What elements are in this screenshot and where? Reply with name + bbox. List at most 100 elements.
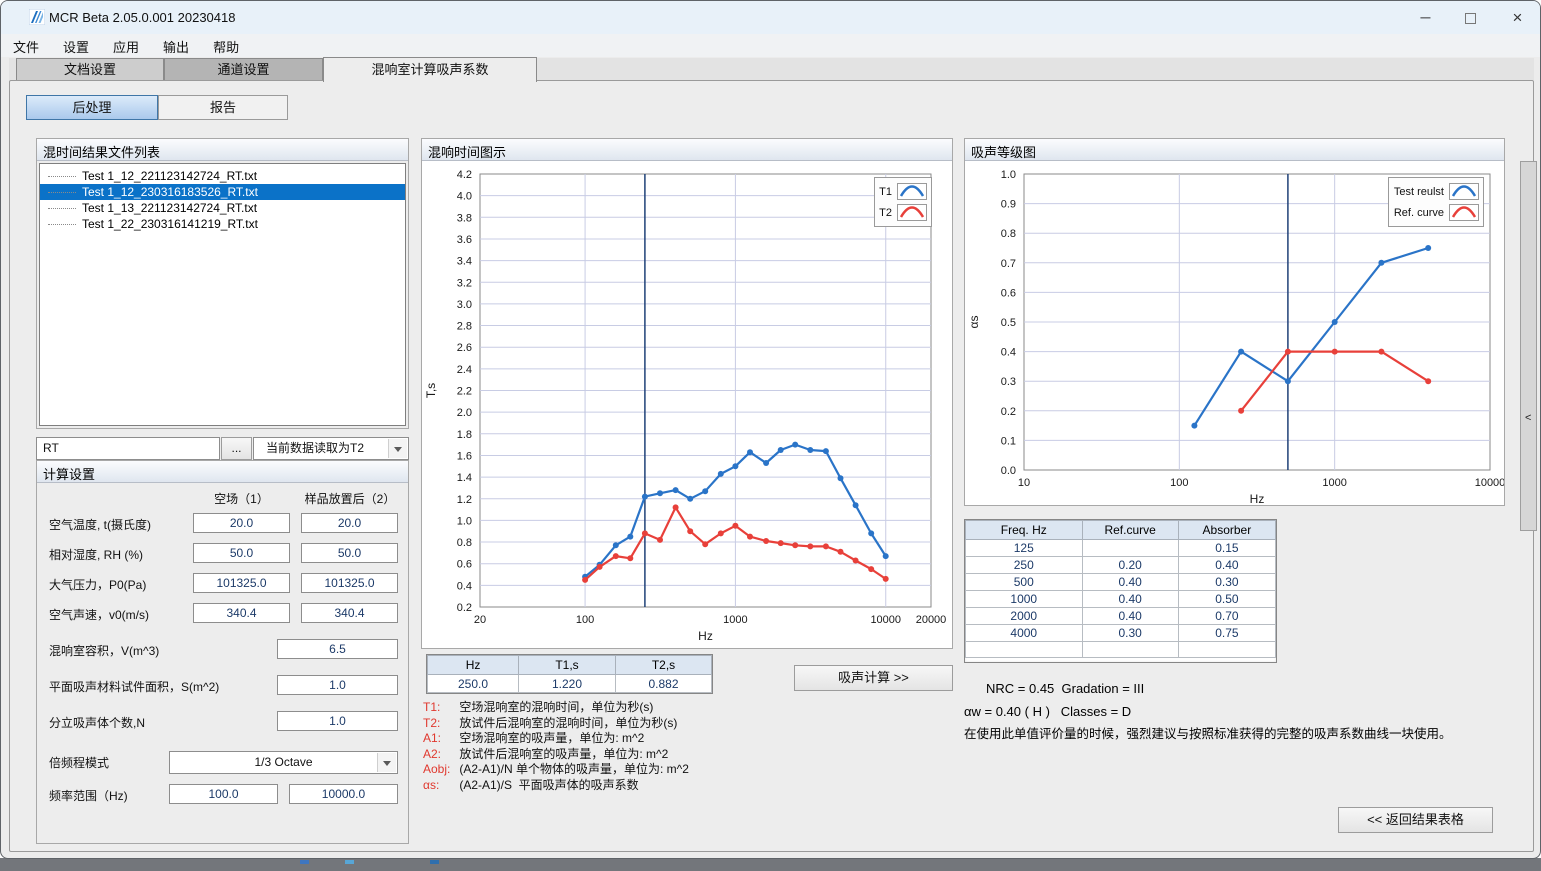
rt-file-list[interactable]: Test 1_12_221123142724_RT.txtTest 1_12_2… — [39, 163, 406, 426]
with-sample-input[interactable]: 340.4 — [301, 603, 398, 623]
back-to-results-button[interactable]: << 返回结果表格 — [1338, 807, 1493, 833]
file-list-item[interactable]: Test 1_22_230316141219_RT.txt — [40, 216, 405, 232]
absorption-cell: 1000 — [966, 591, 1083, 608]
svg-text:10: 10 — [1018, 477, 1030, 489]
tab-document-settings[interactable]: 文档设置 — [16, 58, 164, 80]
empty-room-input[interactable]: 101325.0 — [193, 573, 290, 593]
svg-text:2.8: 2.8 — [457, 321, 472, 333]
note-key: T2: — [423, 716, 456, 732]
absorption-header: Freq. Hz — [966, 521, 1083, 540]
with-sample-input[interactable]: 101325.0 — [301, 573, 398, 593]
title-bar: MCR Beta 2.05.0.001 20230418 ─ × — [1, 1, 1540, 34]
svg-text:3.8: 3.8 — [457, 212, 472, 224]
legend-curve-icon — [897, 183, 927, 200]
svg-text:20: 20 — [474, 614, 486, 626]
column-header-with-sample: 样品放置后（2） — [296, 490, 404, 507]
empty-room-input[interactable]: 50.0 — [193, 543, 290, 563]
empty-room-input[interactable]: 20.0 — [193, 513, 290, 533]
rt-chart-plot[interactable]: 0.20.40.60.81.01.21.41.61.82.02.22.42.62… — [422, 161, 952, 648]
svg-text:1000: 1000 — [723, 614, 747, 626]
empty-room-input[interactable]: 340.4 — [193, 603, 290, 623]
with-sample-input[interactable]: 50.0 — [301, 543, 398, 563]
legend-entry: T1 — [879, 181, 927, 202]
browse-button[interactable]: ... — [221, 437, 252, 460]
legend-entry: Test reulst — [1393, 181, 1479, 202]
note-line: αs: (A2-A1)/S 平面吸声体的吸声系数 — [423, 778, 843, 794]
absorption-cell: 0.40 — [1082, 608, 1178, 625]
tree-branch-line — [48, 208, 76, 209]
absorption-row: 10000.400.50 — [966, 591, 1276, 608]
calc-setting-row: 大气压力，P0(Pa)101325.0101325.0 — [36, 573, 409, 593]
calc-settings-title: 计算设置 — [37, 461, 408, 483]
tree-branch-line — [48, 192, 76, 193]
svg-text:1.2: 1.2 — [457, 494, 472, 506]
menu-item-1[interactable]: 文件 — [1, 34, 51, 59]
calc-setting-row: 混响室容积，V(m^3)6.5 — [36, 639, 409, 659]
menu-item-5[interactable]: 帮助 — [201, 34, 251, 59]
absorption-cell — [1082, 642, 1178, 658]
calc-setting-row: 空气温度, t(摄氏度)20.020.0 — [36, 513, 409, 533]
absorption-row: 40000.300.75 — [966, 625, 1276, 642]
field-label: 平面吸声材料试件面积，S(m^2) — [49, 678, 219, 695]
absorption-cell: 0.40 — [1178, 557, 1275, 574]
freq-min-input[interactable]: 100.0 — [169, 784, 278, 804]
absorption-row: 5000.400.30 — [966, 574, 1276, 591]
octave-mode-label: 倍频程模式 — [49, 754, 109, 771]
rt-chart-legend: T1T2 — [874, 177, 932, 227]
grade-chart-plot[interactable]: 0.00.10.20.30.40.50.60.70.80.91.01010010… — [965, 161, 1504, 505]
subtab-report[interactable]: 报告 — [158, 95, 288, 120]
chevron-down-icon — [377, 753, 396, 772]
close-button[interactable]: × — [1493, 1, 1541, 34]
side-panel-strip[interactable]: < — [1520, 161, 1537, 531]
absorption-row: 20000.400.70 — [966, 608, 1276, 625]
taskbar-icon-sliver — [345, 860, 354, 864]
aw-result: αw = 0.40 ( H ) Classes = D — [964, 704, 1131, 719]
readout-header-t2: T2,s — [616, 656, 712, 675]
single-value-input[interactable]: 1.0 — [277, 711, 398, 731]
note-key: A1: — [423, 731, 456, 747]
with-sample-input[interactable]: 20.0 — [301, 513, 398, 533]
menu-item-3[interactable]: 应用 — [101, 34, 151, 59]
absorption-table-header-row: Freq. HzRef.curveAbsorber — [966, 521, 1276, 540]
file-list-item[interactable]: Test 1_13_221123142724_RT.txt — [40, 200, 405, 216]
file-name: Test 1_13_221123142724_RT.txt — [82, 201, 257, 215]
file-name: Test 1_22_230316141219_RT.txt — [82, 217, 258, 231]
note-line: T1: 空场混响室的混响时间，单位为秒(s) — [423, 700, 843, 716]
calc-setting-row: 平面吸声材料试件面积，S(m^2) 1.0 — [36, 675, 409, 695]
collapse-panel-toggle[interactable]: < — [1525, 412, 1531, 424]
minimize-button[interactable]: ─ — [1403, 1, 1448, 34]
octave-mode-dropdown[interactable]: 1/3 Octave — [169, 751, 398, 774]
nrc-result: NRC = 0.45 Gradation = III — [986, 681, 1144, 696]
svg-text:1.4: 1.4 — [457, 472, 472, 484]
calc-setting-row: 相对湿度, RH (%)50.050.0 — [36, 543, 409, 563]
single-value-input[interactable]: 1.0 — [277, 675, 398, 695]
single-value-input[interactable]: 6.5 — [277, 639, 398, 659]
note-text: 空场混响室的吸声量，单位为: m^2 — [456, 731, 644, 745]
note-text: 空场混响室的混响时间，单位为秒(s) — [456, 700, 653, 714]
svg-text:1.6: 1.6 — [457, 450, 472, 462]
absorption-header: Ref.curve — [1082, 521, 1178, 540]
data-read-dropdown[interactable]: 当前数据读取为T2 — [253, 437, 409, 460]
svg-text:1.0: 1.0 — [1001, 169, 1016, 181]
svg-text:Hz: Hz — [1250, 492, 1265, 505]
freq-max-input[interactable]: 10000.0 — [289, 784, 398, 804]
svg-text:0.2: 0.2 — [1001, 406, 1016, 418]
tab-channel-settings[interactable]: 通道设置 — [164, 58, 323, 80]
file-list-item[interactable]: Test 1_12_221123142724_RT.txt — [40, 168, 405, 184]
menu-item-4[interactable]: 输出 — [151, 34, 201, 59]
absorption-cell — [1082, 540, 1178, 557]
tab-reverb-absorption[interactable]: 混响室计算吸声系数 — [323, 57, 537, 82]
absorption-row: 1250.15 — [966, 540, 1276, 557]
menu-item-2[interactable]: 设置 — [51, 34, 101, 59]
absorption-calc-button[interactable]: 吸声计算 >> — [794, 665, 953, 691]
svg-text:2.2: 2.2 — [457, 386, 472, 398]
absorption-cell — [1178, 642, 1275, 658]
svg-text:0.8: 0.8 — [457, 537, 472, 549]
rt-file-panel-title: 混时间结果文件列表 — [37, 139, 408, 161]
subtab-postprocess[interactable]: 后处理 — [26, 95, 158, 120]
maximize-button[interactable] — [1448, 1, 1493, 34]
rt-name-input[interactable]: RT — [36, 437, 220, 460]
absorption-cell: 250 — [966, 557, 1083, 574]
legend-label: T1 — [879, 186, 892, 198]
file-list-item[interactable]: Test 1_12_230316183526_RT.txt — [40, 184, 405, 200]
